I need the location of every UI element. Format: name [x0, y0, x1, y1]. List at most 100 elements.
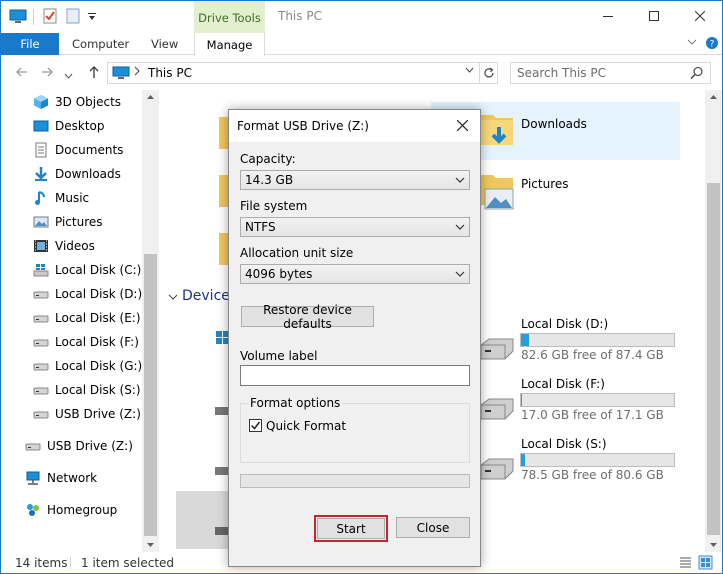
dialog-close-button[interactable]: [452, 115, 472, 135]
sidebar-item-label: Homegroup: [47, 503, 118, 517]
quick-access-divider: [33, 9, 34, 25]
tab-view[interactable]: View: [151, 37, 178, 51]
content-scrollbar[interactable]: [705, 90, 722, 552]
sidebar-item-desktop[interactable]: Desktop: [1, 115, 143, 137]
capacity-label: Capacity:: [240, 152, 296, 166]
maximize-button[interactable]: [631, 1, 677, 31]
drive-usage-fill: [521, 394, 522, 406]
refresh-button[interactable]: [480, 62, 498, 84]
breadcrumb-separator-icon[interactable]: [134, 66, 140, 79]
sidebar-item-label: Network: [47, 471, 98, 485]
drive-icon: [33, 310, 49, 326]
sidebar-item-pictures[interactable]: Pictures: [1, 211, 143, 233]
sidebar-item-local-disk-f[interactable]: Local Disk (F:): [1, 331, 143, 353]
address-dropdown-icon[interactable]: [465, 66, 474, 77]
sidebar-item-local-disk-c[interactable]: Local Disk (C:): [1, 259, 143, 281]
scroll-down-icon[interactable]: [709, 541, 718, 550]
sidebar-item-music[interactable]: Music: [1, 187, 143, 209]
tab-file[interactable]: File: [1, 33, 59, 55]
devices-group-header[interactable]: Device: [182, 288, 230, 304]
scroll-up-icon[interactable]: [709, 93, 718, 102]
dialog-title-bar: Format USB Drive (Z:): [229, 110, 480, 142]
minimize-button[interactable]: [585, 1, 631, 31]
sidebar-item-usb-drive-root[interactable]: USB Drive (Z:): [1, 435, 143, 457]
chevron-down-icon: [455, 268, 465, 282]
close-button[interactable]: Close: [396, 517, 470, 538]
sidebar-item-usb-drive[interactable]: USB Drive (Z:): [1, 403, 143, 425]
close-window-button[interactable]: [677, 1, 722, 31]
pc-icon[interactable]: [9, 7, 27, 27]
sidebar-item-3d-objects[interactable]: 3D Objects: [1, 91, 143, 113]
network-icon: [25, 470, 41, 486]
drive-icon: [477, 455, 517, 488]
sidebar-item-local-disk-d[interactable]: Local Disk (D:): [1, 283, 143, 305]
sidebar-scrollbar[interactable]: [142, 90, 159, 552]
sidebar-item-videos[interactable]: Videos: [1, 235, 143, 257]
sidebar-item-label: Local Disk (S:): [55, 383, 141, 397]
sidebar-item-local-disk-e[interactable]: Local Disk (E:): [1, 307, 143, 329]
drive-icon: [33, 286, 49, 302]
drive-free-space: 17.0 GB free of 17.1 GB: [521, 408, 664, 422]
dialog-title: Format USB Drive (Z:): [237, 119, 369, 133]
music-icon: [33, 190, 49, 206]
sidebar-item-network[interactable]: Network: [1, 467, 143, 489]
sidebar-item-local-disk-s[interactable]: Local Disk (S:): [1, 379, 143, 401]
quick-format-checkbox[interactable]: [249, 419, 262, 432]
windows-drive-icon: [33, 262, 49, 278]
capacity-select[interactable]: 14.3 GB: [240, 170, 470, 190]
help-icon[interactable]: ?: [705, 36, 719, 53]
search-icon[interactable]: [690, 66, 704, 83]
sidebar-item-label: Documents: [55, 143, 124, 157]
customize-quick-access-icon[interactable]: [87, 7, 105, 27]
sidebar-item-label: Music: [55, 191, 90, 205]
sidebar-item-label: Desktop: [55, 119, 105, 133]
search-input[interactable]: [517, 65, 687, 81]
start-button[interactable]: Start: [317, 518, 385, 539]
allocation-unit-select[interactable]: 4096 bytes: [240, 264, 470, 284]
up-arrow-icon[interactable]: [87, 65, 101, 83]
sidebar-item-local-disk-g[interactable]: Local Disk (G:): [1, 355, 143, 377]
capacity-value: 14.3 GB: [245, 173, 294, 187]
content-scroll-thumb[interactable]: [707, 183, 720, 535]
restore-defaults-button[interactable]: Restore device defaults: [241, 303, 374, 331]
drive-icon: [477, 395, 517, 428]
collapse-group-icon[interactable]: [168, 293, 178, 304]
address-bar[interactable]: This PC: [107, 62, 480, 84]
drive-label: Local Disk (F:): [521, 377, 605, 391]
sidebar-item-label: Local Disk (E:): [55, 311, 141, 325]
file-system-select[interactable]: NTFS: [240, 217, 470, 237]
sidebar-item-documents[interactable]: Documents: [1, 139, 143, 161]
tab-manage[interactable]: Manage: [194, 33, 265, 56]
breadcrumb-this-pc[interactable]: This PC: [148, 66, 192, 80]
quick-format-label[interactable]: Quick Format: [266, 419, 346, 433]
homegroup-icon: [25, 502, 41, 518]
scroll-down-icon[interactable]: [146, 541, 155, 550]
back-arrow-icon[interactable]: [15, 65, 29, 83]
selection-count: 1 item selected: [81, 556, 175, 570]
expand-ribbon-icon[interactable]: [687, 37, 697, 50]
navigation-pane: 3D Objects Desktop Documents Downloads M…: [1, 90, 159, 552]
sidebar-scroll-thumb[interactable]: [144, 254, 157, 536]
drive-icon: [477, 335, 517, 368]
properties-icon[interactable]: [41, 7, 59, 27]
status-divider: [70, 557, 71, 569]
volume-label-input[interactable]: [240, 365, 470, 386]
search-box[interactable]: [510, 62, 711, 84]
recent-locations-icon[interactable]: [64, 68, 73, 84]
maximize-icon: [649, 11, 659, 21]
scroll-up-icon[interactable]: [146, 93, 155, 102]
tab-computer[interactable]: Computer: [72, 37, 129, 51]
sidebar-item-homegroup[interactable]: Homegroup: [1, 499, 143, 521]
videos-icon: [33, 238, 49, 254]
forward-arrow-icon[interactable]: [40, 65, 54, 83]
details-view-icon[interactable]: [678, 555, 693, 570]
new-folder-icon[interactable]: [64, 7, 82, 27]
format-dialog: Format USB Drive (Z:) Capacity: 14.3 GB …: [228, 109, 481, 567]
drive-label: Local Disk (D:): [521, 317, 609, 331]
selected-usb-drive-tile[interactable]: [176, 491, 231, 549]
drive-usage-bar: [520, 393, 675, 407]
large-icons-view-icon[interactable]: [698, 555, 713, 570]
downloads-folder-icon: [479, 107, 515, 156]
sidebar-item-downloads[interactable]: Downloads: [1, 163, 143, 185]
refresh-icon: [483, 67, 494, 78]
